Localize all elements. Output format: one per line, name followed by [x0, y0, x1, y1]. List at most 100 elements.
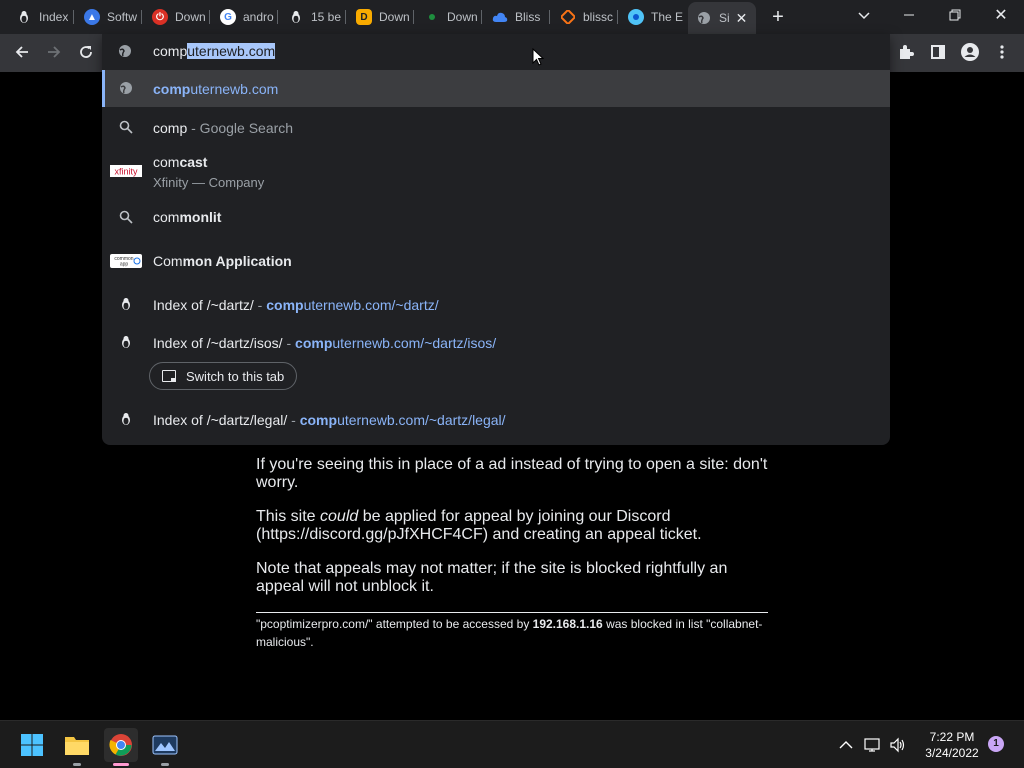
- note-paragraph: Note that appeals may not matter; if the…: [256, 560, 728, 595]
- new-tab-button[interactable]: +: [768, 5, 788, 29]
- tab-search-icon[interactable]: [855, 6, 873, 24]
- entity-subtitle: Xfinity — Company: [153, 175, 265, 190]
- linux-penguin-icon: [16, 9, 32, 25]
- start-button[interactable]: [15, 728, 49, 762]
- restore-button[interactable]: [944, 6, 966, 26]
- switch-tab-icon: [162, 370, 176, 382]
- cloud-icon: [492, 9, 508, 25]
- file-explorer-icon[interactable]: [60, 728, 94, 766]
- menu-kebab-icon[interactable]: [992, 42, 1012, 62]
- suggestion-entity[interactable]: common app Common Application: [102, 240, 890, 280]
- linux-penguin-icon: [118, 334, 134, 350]
- globe-icon: [118, 44, 132, 63]
- svg-text:xfinity: xfinity: [114, 167, 138, 177]
- tab-separator: [141, 10, 142, 24]
- chevron-up-icon[interactable]: [836, 728, 856, 762]
- tab-9[interactable]: blissc: [552, 4, 618, 30]
- tab-8[interactable]: Bliss: [484, 4, 550, 30]
- page-title: Index of /~dartz/legal/: [153, 412, 288, 428]
- tab-separator: [617, 10, 618, 24]
- blocked-page-content: If you're seeing this in place of a ad i…: [256, 456, 768, 651]
- tab-6[interactable]: D Down: [348, 4, 414, 30]
- ip-address: 192.168.1.16: [532, 617, 603, 631]
- address-input[interactable]: computernewb.com: [153, 43, 276, 59]
- profile-avatar-icon[interactable]: [960, 42, 980, 62]
- suggestion-history[interactable]: Index of /~dartz/isos/ - computernewb.co…: [102, 324, 890, 360]
- typed-text: comp: [153, 43, 188, 59]
- suggestion-search[interactable]: commonlit: [102, 198, 890, 236]
- tab-1[interactable]: Index: [8, 4, 74, 30]
- tab-5[interactable]: 15 be: [280, 4, 346, 30]
- forward-button[interactable]: [42, 40, 66, 64]
- completion-text: cast: [179, 154, 208, 170]
- match-text: comp: [295, 335, 333, 351]
- search-suffix: - Google Search: [187, 120, 294, 136]
- completion-text: mon Application: [182, 253, 292, 269]
- omnibox-dropdown: computernewb.com computernewb.com comp -…: [102, 34, 890, 445]
- tab-title: Softw: [107, 10, 138, 24]
- power-icon: ⏻: [152, 9, 168, 25]
- switch-tab-label: Switch to this tab: [186, 368, 285, 384]
- globe-icon: [118, 80, 134, 96]
- typed-text: Com: [153, 253, 183, 269]
- minimize-button[interactable]: [898, 6, 920, 26]
- separator: -: [253, 297, 267, 313]
- completion-text: monlit: [179, 209, 222, 225]
- tab-separator: [549, 10, 550, 24]
- extensions-icon[interactable]: [896, 42, 916, 62]
- tab-title: Si: [719, 11, 730, 25]
- typed-text: com: [153, 154, 180, 170]
- volume-icon[interactable]: [887, 728, 909, 762]
- network-icon[interactable]: [862, 728, 884, 762]
- close-window-button[interactable]: ✕: [990, 6, 1012, 26]
- tab-title: blissc: [583, 10, 614, 24]
- reload-button[interactable]: [74, 40, 98, 64]
- clock-date: 3/24/2022: [925, 746, 979, 760]
- url-text: uternewb.com: [190, 81, 279, 97]
- notification-badge[interactable]: 1: [988, 736, 1004, 752]
- taskbar: 7:22 PM 3/24/2022: [0, 720, 1024, 768]
- tab-2[interactable]: ▲ Softw: [76, 4, 142, 30]
- chrome-icon[interactable]: [104, 728, 138, 766]
- mouse-cursor-icon: [532, 47, 545, 71]
- linux-penguin-icon: [288, 9, 304, 25]
- dot-icon: [424, 9, 440, 25]
- photos-icon[interactable]: [148, 728, 182, 766]
- software-logo-icon: ▲: [84, 9, 100, 25]
- page-title: Index of /~dartz/: [153, 297, 254, 313]
- clock-time: 7:22 PM: [929, 730, 975, 744]
- back-button[interactable]: [10, 40, 34, 64]
- appeal-emphasis: could: [320, 508, 359, 525]
- divider: [256, 612, 768, 613]
- tab-separator: [209, 10, 210, 24]
- running-indicator: [161, 763, 169, 766]
- address-bar[interactable]: computernewb.com: [102, 34, 890, 70]
- tab-3[interactable]: ⏻ Down: [144, 4, 210, 30]
- system-clock[interactable]: 7:22 PM 3/24/2022: [916, 729, 988, 761]
- close-tab-icon[interactable]: ✕: [736, 10, 748, 27]
- block-details: "pcoptimizerpro.com/" attempted to be ac…: [256, 615, 768, 651]
- tab-separator: [413, 10, 414, 24]
- svg-text:app: app: [120, 262, 129, 268]
- suggestion-history[interactable]: Index of /~dartz/legal/ - computernewb.c…: [102, 401, 890, 437]
- linux-penguin-icon: [118, 411, 134, 427]
- suggestion-url[interactable]: computernewb.com: [102, 70, 890, 107]
- tab-active[interactable]: Si ✕: [688, 2, 756, 34]
- tab-4[interactable]: G andro: [212, 4, 278, 30]
- suggestion-search[interactable]: comp - Google Search: [102, 108, 890, 146]
- side-panel-icon[interactable]: [928, 42, 948, 62]
- google-icon: G: [220, 9, 236, 25]
- url-text: uternewb.com/~dartz/isos/: [332, 335, 497, 351]
- suggestion-history[interactable]: Index of /~dartz/ - computernewb.com/~da…: [102, 286, 890, 322]
- git-icon: [560, 9, 576, 25]
- tab-title: Down: [447, 10, 478, 24]
- typed-text: com: [153, 209, 180, 225]
- switch-to-tab-button[interactable]: Switch to this tab: [149, 362, 298, 390]
- tab-7[interactable]: Down: [416, 4, 482, 30]
- tab-10[interactable]: The E: [620, 4, 686, 30]
- search-icon: [118, 209, 134, 225]
- block-text: "pcoptimizerpro.com/" attempted to be ac…: [256, 617, 533, 631]
- tab-title: 15 be: [311, 10, 342, 24]
- tab-separator: [481, 10, 482, 24]
- suggestion-entity[interactable]: xfinity comcast Xfinity — Company: [102, 146, 890, 196]
